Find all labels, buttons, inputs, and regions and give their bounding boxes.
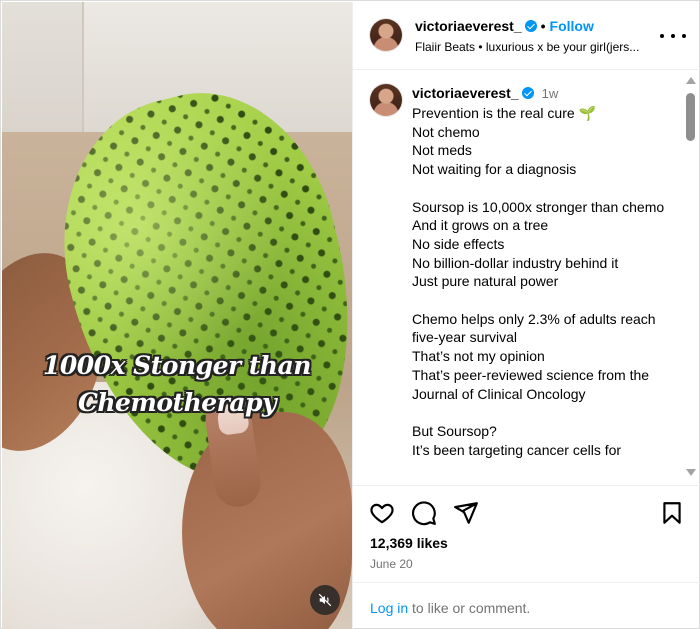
header-username-row: victoriaeverest_ • Follow [415,18,594,34]
avatar[interactable] [370,19,402,51]
login-prompt-text: to like or comment. [408,600,531,616]
caption-avatar[interactable] [370,84,402,116]
caption-first-line: Prevention is the real cure [412,105,575,121]
caption-timestamp[interactable]: 1w [542,86,559,101]
follow-button[interactable]: Follow [550,18,594,34]
header-username[interactable]: victoriaeverest_ [415,18,522,34]
more-options-icon[interactable] [660,26,686,46]
post-video[interactable]: 1000x Stonger than Chemotherapy [2,2,352,629]
comments-area: victoriaeverest_ 1w Prevention is the rea… [353,71,700,485]
audio-link[interactable]: Flaiir Beats • luxurious x be your girl(… [415,40,639,54]
caption-body: Not chemo Not meds Not waiting for a dia… [412,123,665,458]
action-bar [353,485,700,531]
share-icon[interactable] [453,500,479,526]
save-icon[interactable] [659,500,685,526]
video-overlay-text-line2: Chemotherapy [77,388,277,417]
comment-icon[interactable] [411,500,437,526]
post-header: victoriaeverest_ • Follow Flaiir Beats • l… [353,2,700,70]
scroll-down-arrow-icon[interactable] [686,469,696,476]
mute-button[interactable] [310,585,340,615]
login-link[interactable]: Log in [370,600,408,616]
video-overlay-text-line1: 1000x Stonger than [42,351,312,380]
mute-icon [318,593,332,607]
caption-header: victoriaeverest_ 1w [412,85,558,101]
post-date[interactable]: June 20 [370,557,413,571]
caption-text: Prevention is the real cure 🌱 Not chemo … [412,104,677,459]
instagram-post-frame: 1000x Stonger than Chemotherapy victoria… [0,0,700,629]
scroll-thumb[interactable] [686,93,695,141]
post-side-panel: victoriaeverest_ • Follow Flaiir Beats • l… [352,2,700,629]
separator-dot: • [540,18,546,34]
caption-username[interactable]: victoriaeverest_ [412,85,519,101]
scroll-up-arrow-icon[interactable] [686,77,696,84]
comments-scrollbar[interactable] [682,71,699,483]
login-prompt: Log in to like or comment. [370,600,530,616]
heart-icon[interactable] [369,500,395,526]
verified-icon [521,87,534,99]
seedling-emoji: 🌱 [578,105,596,121]
login-bar: Log in to like or comment. [353,582,700,629]
likes-count[interactable]: 12,369 likes [370,535,448,551]
verified-icon [524,20,537,32]
